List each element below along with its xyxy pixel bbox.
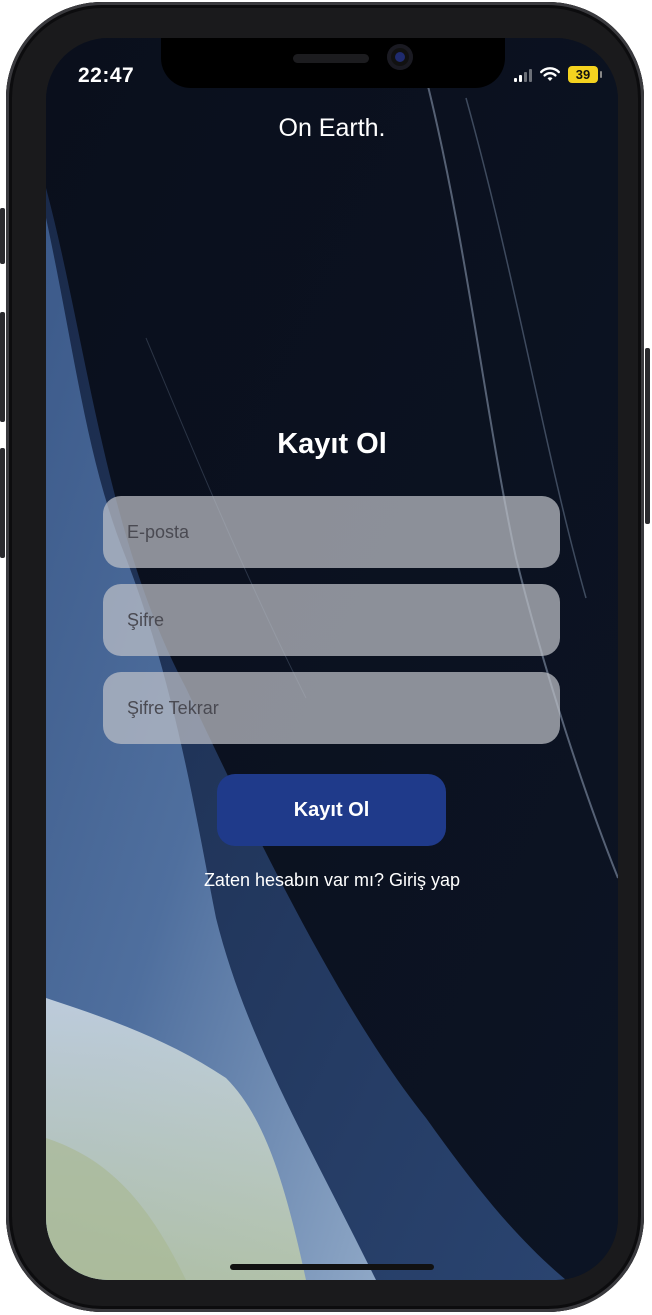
background-image [46,38,618,1280]
phone-frame: 22:47 39 On Earth. Kayıt Ol Kayıt Ol Zat… [0,2,650,1312]
email-field[interactable] [103,496,560,568]
battery-icon: 39 [568,66,602,83]
volume-up-button [0,312,5,422]
register-button[interactable]: Kayıt Ol [217,774,446,846]
home-indicator[interactable] [230,1264,434,1270]
wifi-icon [540,66,560,81]
volume-down-button [0,448,5,558]
screen: 22:47 39 On Earth. Kayıt Ol Kayıt Ol Zat… [46,38,618,1280]
password-field[interactable] [103,584,560,656]
password-confirm-field[interactable] [103,672,560,744]
mute-switch [0,208,5,264]
speaker-grille [293,54,369,63]
status-time: 22:47 [78,64,135,87]
front-camera [387,44,413,70]
notch [161,38,505,88]
app-title: On Earth. [278,114,386,142]
signal-icon [514,68,532,82]
login-link[interactable]: Zaten hesabın var mı? Giriş yap [46,870,618,891]
register-title: Kayıt Ol [277,428,387,460]
status-icons: 39 [514,66,602,83]
power-button [645,348,650,524]
